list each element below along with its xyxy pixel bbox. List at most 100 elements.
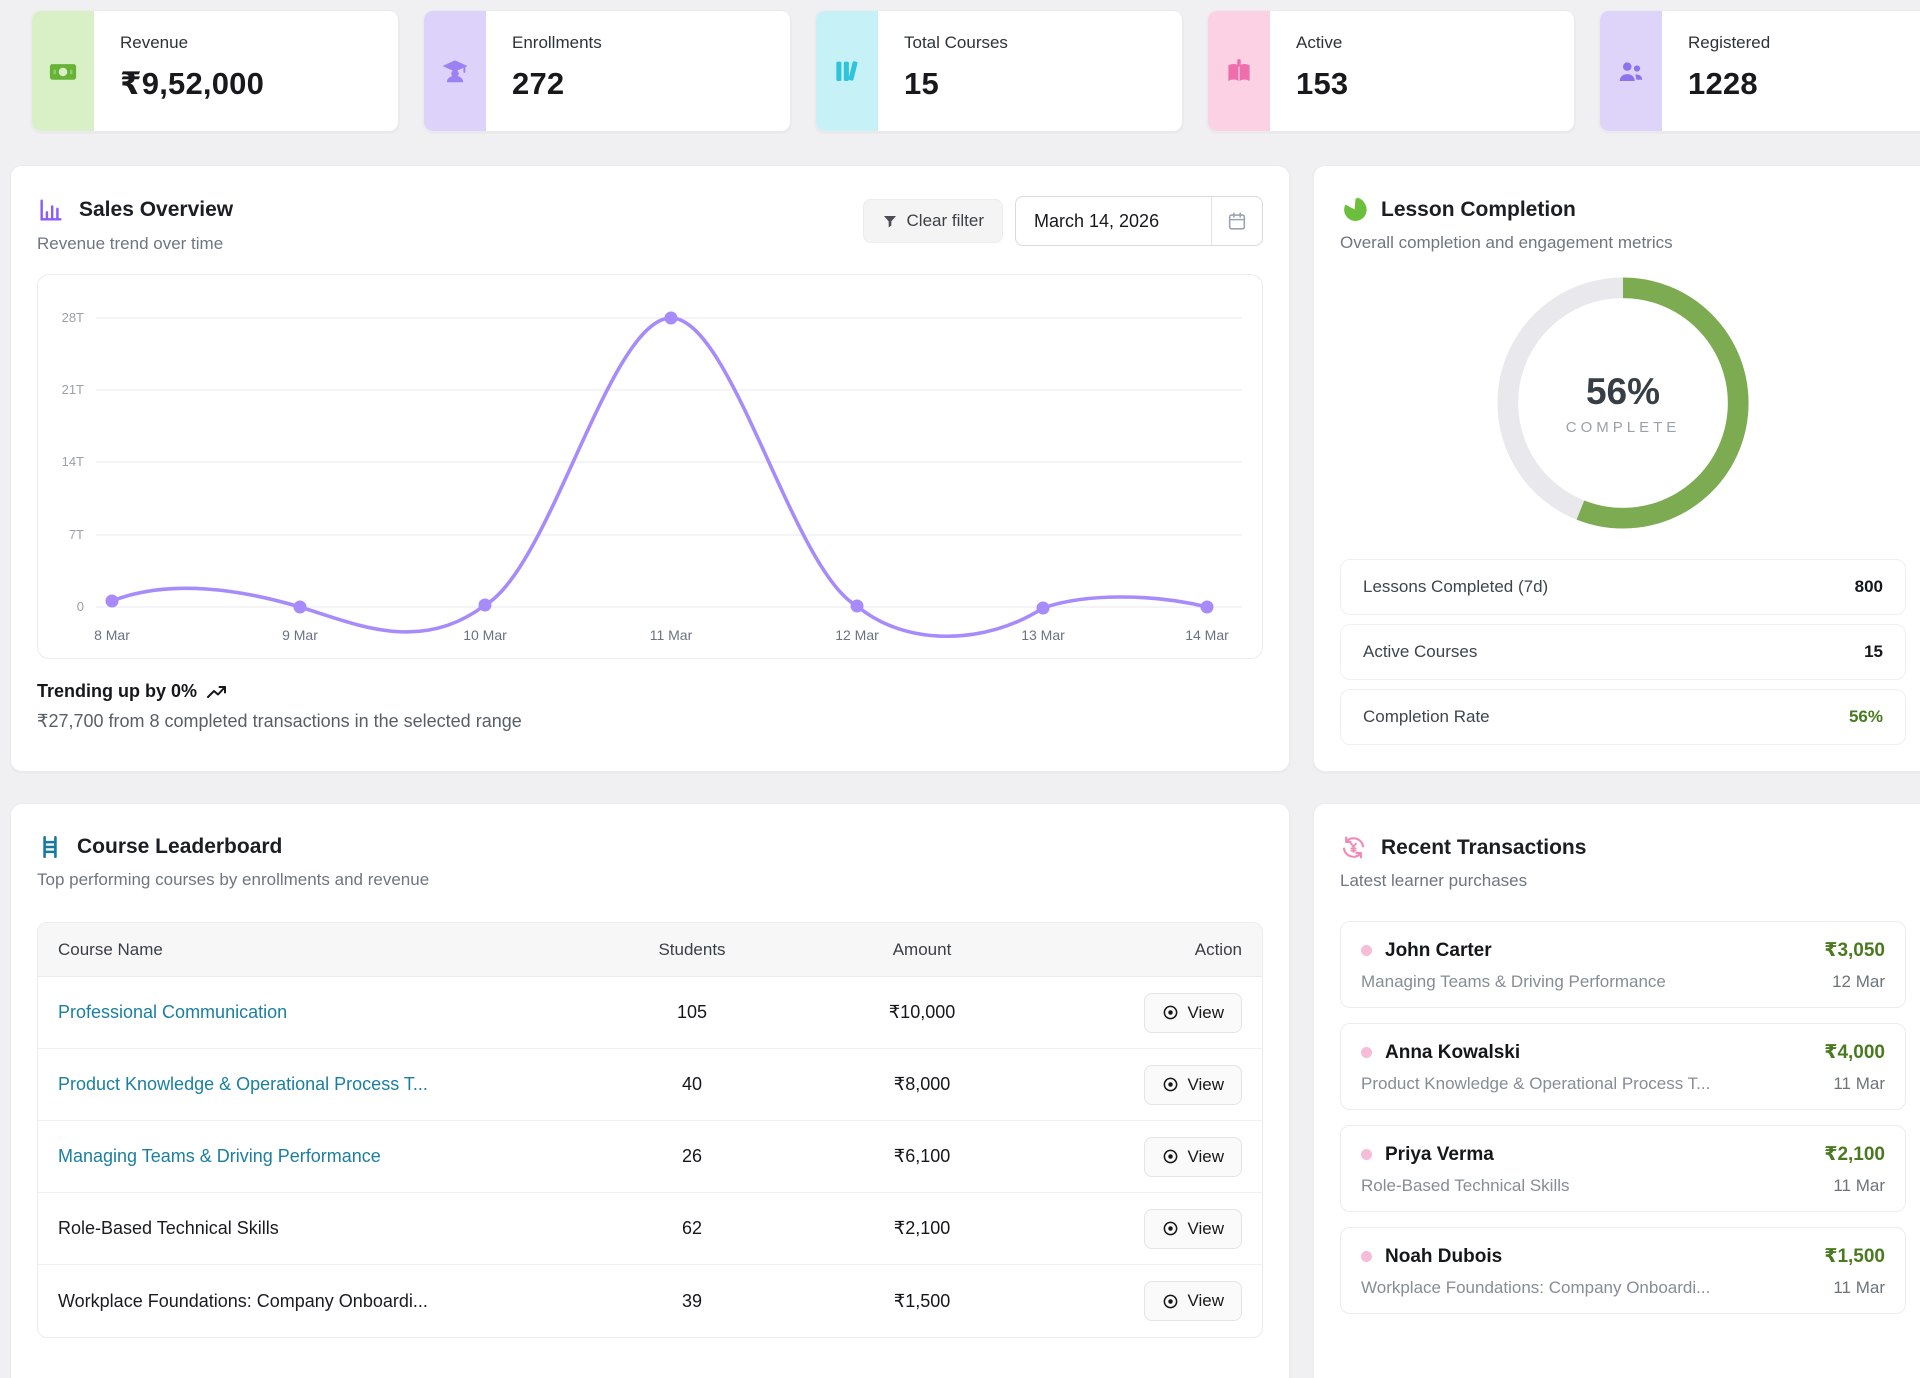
stat-card-revenue: Revenue ₹9,52,000 bbox=[31, 10, 399, 132]
clear-filter-button[interactable]: Clear filter bbox=[863, 199, 1003, 243]
amount-cell: ₹1,500 bbox=[772, 1291, 1072, 1312]
bullet-dot-icon bbox=[1361, 1251, 1372, 1262]
completion-stat-row: Active Courses 15 bbox=[1340, 624, 1906, 680]
buyer-name: Priya Verma bbox=[1385, 1144, 1824, 1166]
amount-cell: ₹8,000 bbox=[772, 1074, 1072, 1095]
stat-strip bbox=[1208, 11, 1270, 131]
transaction-item: Noah Dubois ₹1,500 Workplace Foundations… bbox=[1340, 1227, 1906, 1314]
stat-card-total-courses: Total Courses 15 bbox=[815, 10, 1183, 132]
calendar-icon[interactable] bbox=[1211, 197, 1262, 245]
stat-card-active: Active 153 bbox=[1207, 10, 1575, 132]
completion-percent: 56% bbox=[1586, 371, 1660, 413]
students-cell: 40 bbox=[612, 1074, 772, 1095]
stat-row-value: 15 bbox=[1864, 642, 1883, 662]
transaction-course: Workplace Foundations: Company Onboardi.… bbox=[1361, 1278, 1833, 1298]
recent-transactions-card: Recent Transactions Latest learner purch… bbox=[1313, 803, 1920, 1378]
col-action: Action bbox=[1072, 940, 1242, 960]
view-button[interactable]: View bbox=[1144, 1209, 1242, 1249]
transaction-item: John Carter ₹3,050 Managing Teams & Driv… bbox=[1340, 921, 1906, 1008]
bar-chart-icon bbox=[37, 196, 65, 224]
view-label: View bbox=[1187, 1219, 1224, 1239]
x-tick: 9 Mar bbox=[282, 627, 318, 643]
x-tick: 11 Mar bbox=[650, 627, 693, 643]
course-link[interactable]: Professional Communication bbox=[58, 1002, 287, 1022]
stat-label: Enrollments bbox=[512, 33, 602, 53]
amount-cell: ₹6,100 bbox=[772, 1146, 1072, 1167]
stat-label: Registered bbox=[1688, 33, 1770, 53]
table-row: Role-Based Technical Skills 62 ₹2,100 Vi… bbox=[38, 1193, 1262, 1265]
stat-label: Total Courses bbox=[904, 33, 1008, 53]
completion-donut: 56% COMPLETE bbox=[1495, 275, 1751, 531]
table-row: Product Knowledge & Operational Process … bbox=[38, 1049, 1262, 1121]
students-cell: 39 bbox=[612, 1291, 772, 1312]
trend-summary: ₹27,700 from 8 completed transactions in… bbox=[37, 711, 1263, 732]
table-header-row: Course Name Students Amount Action bbox=[38, 923, 1262, 977]
date-value[interactable]: March 14, 2026 bbox=[1016, 197, 1211, 245]
revenue-series-points bbox=[106, 312, 1214, 615]
transaction-date: 12 Mar bbox=[1832, 972, 1885, 992]
view-button[interactable]: View bbox=[1144, 1137, 1242, 1177]
leaderboard-table: Course Name Students Amount Action Profe… bbox=[37, 922, 1263, 1338]
stat-value: 153 bbox=[1296, 66, 1348, 102]
transaction-amount: ₹1,500 bbox=[1824, 1245, 1885, 1268]
buyer-name: Anna Kowalski bbox=[1385, 1042, 1824, 1064]
stat-label: Active bbox=[1296, 33, 1348, 53]
y-tick: 7T bbox=[69, 527, 84, 542]
completion-stat-row: Completion Rate 56% bbox=[1340, 689, 1906, 745]
transactions-title: Recent Transactions bbox=[1381, 836, 1586, 860]
transaction-item: Anna Kowalski ₹4,000 Product Knowledge &… bbox=[1340, 1023, 1906, 1110]
transaction-course: Role-Based Technical Skills bbox=[1361, 1176, 1833, 1196]
funnel-icon bbox=[882, 213, 898, 229]
leaderboard-title: Course Leaderboard bbox=[77, 835, 282, 859]
view-label: View bbox=[1187, 1291, 1224, 1311]
x-tick: 8 Mar bbox=[94, 627, 130, 643]
lesson-completion-card: Lesson Completion Overall completion and… bbox=[1313, 165, 1920, 772]
clear-filter-label: Clear filter bbox=[907, 211, 984, 231]
stat-value: ₹9,52,000 bbox=[120, 66, 264, 102]
view-label: View bbox=[1187, 1003, 1224, 1023]
pie-chart-icon bbox=[1340, 196, 1367, 223]
eye-icon bbox=[1162, 1148, 1179, 1165]
stat-row-label: Completion Rate bbox=[1363, 707, 1490, 727]
view-label: View bbox=[1187, 1147, 1224, 1167]
sales-subtitle: Revenue trend over time bbox=[37, 234, 233, 254]
x-tick: 14 Mar bbox=[1185, 627, 1229, 643]
transaction-date: 11 Mar bbox=[1833, 1074, 1885, 1094]
y-tick: 28T bbox=[62, 310, 84, 325]
x-tick: 13 Mar bbox=[1021, 627, 1065, 643]
sales-overview-card: Sales Overview Revenue trend over time C… bbox=[10, 165, 1290, 772]
open-book-icon bbox=[1224, 56, 1254, 86]
stat-card-enrollments: Enrollments 272 bbox=[423, 10, 791, 132]
view-button[interactable]: View bbox=[1144, 1281, 1242, 1321]
stat-strip bbox=[1600, 11, 1662, 131]
bullet-dot-icon bbox=[1361, 1149, 1372, 1160]
revenue-series-line bbox=[112, 318, 1207, 636]
course-link[interactable]: Managing Teams & Driving Performance bbox=[58, 1146, 381, 1166]
transaction-date: 11 Mar bbox=[1833, 1176, 1885, 1196]
transaction-course: Managing Teams & Driving Performance bbox=[1361, 972, 1832, 992]
money-icon bbox=[48, 56, 78, 86]
bullet-dot-icon bbox=[1361, 1047, 1372, 1058]
view-button[interactable]: View bbox=[1144, 1065, 1242, 1105]
bullet-dot-icon bbox=[1361, 945, 1372, 956]
transactions-subtitle: Latest learner purchases bbox=[1340, 871, 1906, 891]
eye-icon bbox=[1162, 1004, 1179, 1021]
stat-label: Revenue bbox=[120, 33, 264, 53]
users-icon bbox=[1616, 56, 1646, 86]
completion-percent-label: COMPLETE bbox=[1566, 419, 1681, 436]
sales-title: Sales Overview bbox=[79, 198, 233, 222]
course-link[interactable]: Product Knowledge & Operational Process … bbox=[58, 1074, 428, 1094]
stat-strip bbox=[816, 11, 878, 131]
view-button[interactable]: View bbox=[1144, 993, 1242, 1033]
stat-card-registered: Registered 1228 bbox=[1599, 10, 1920, 132]
date-picker[interactable]: March 14, 2026 bbox=[1015, 196, 1263, 246]
transaction-course: Product Knowledge & Operational Process … bbox=[1361, 1074, 1833, 1094]
stat-value: 15 bbox=[904, 66, 1008, 102]
y-tick: 21T bbox=[62, 382, 84, 397]
eye-icon bbox=[1162, 1076, 1179, 1093]
y-tick: 0 bbox=[77, 599, 84, 614]
trending-up-icon bbox=[207, 685, 227, 699]
col-course-name: Course Name bbox=[58, 940, 612, 960]
ladder-icon bbox=[37, 834, 63, 860]
stat-row-value: 800 bbox=[1855, 577, 1883, 597]
